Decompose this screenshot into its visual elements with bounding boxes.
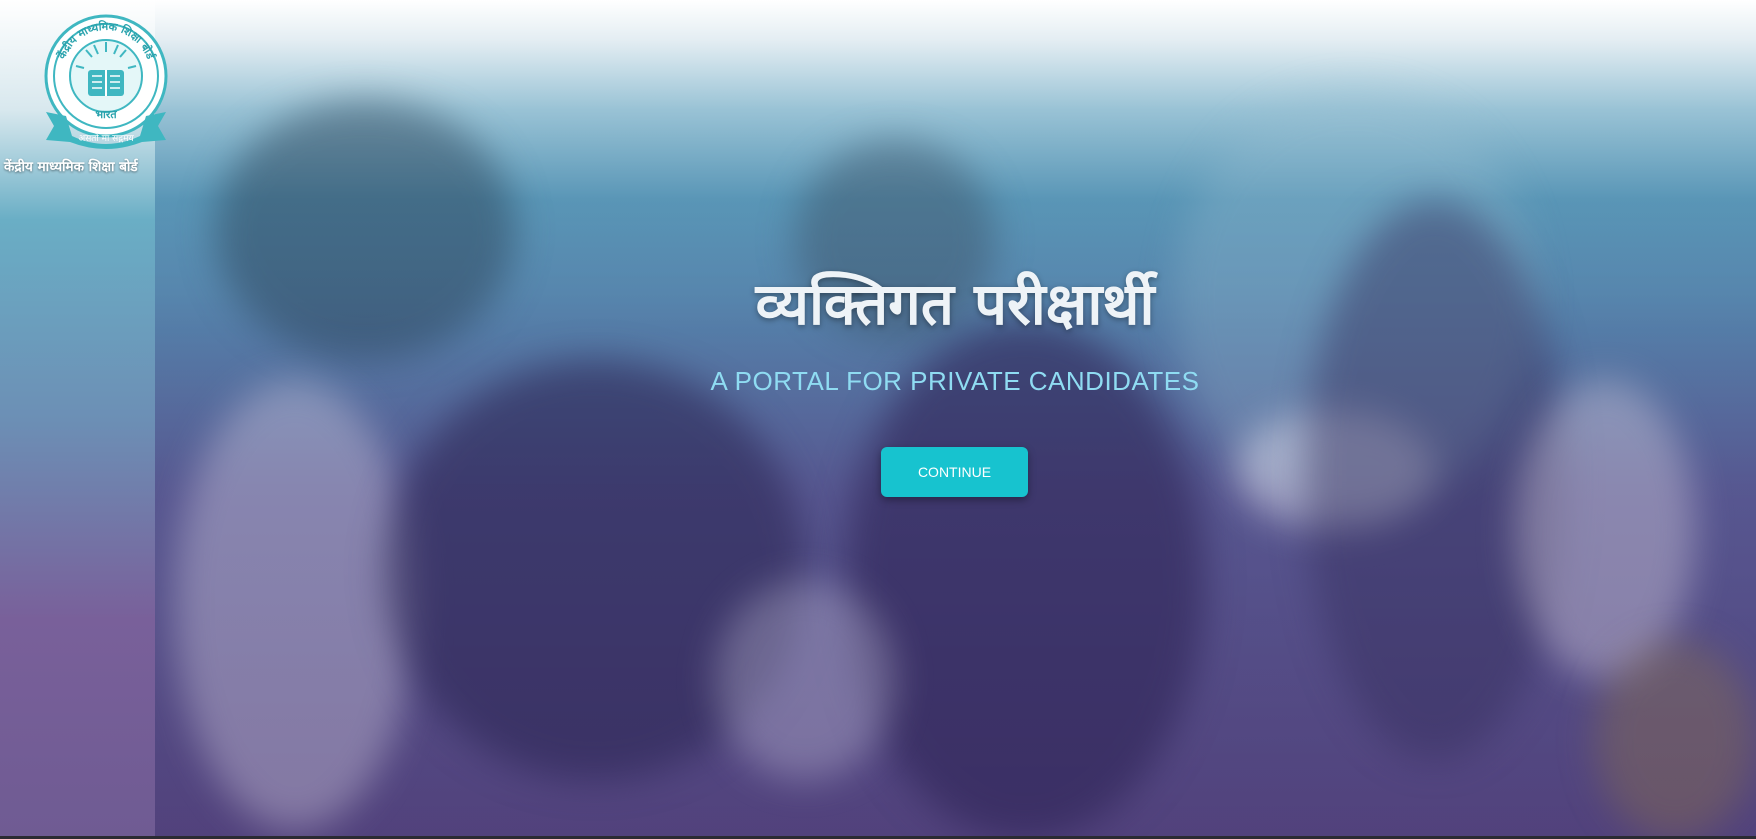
organization-name: केंद्रीय माध्यमिक शिक्षा बोर्ड [4,159,138,175]
page-title: व्यक्तिगत परीक्षार्थी [755,270,1155,338]
logo-motto-text: असतो मा सद्गमय [78,132,134,144]
hero-background [0,0,1756,836]
continue-button[interactable]: CONTINUE [881,447,1028,497]
logo-country-text: भारत [95,108,117,121]
page-subtitle: A PORTAL FOR PRIVATE CANDIDATES [710,366,1200,396]
cbse-emblem-icon: केंद्रीय माध्यमिक शिक्षा बोर्ड भारत असतो… [42,12,170,152]
